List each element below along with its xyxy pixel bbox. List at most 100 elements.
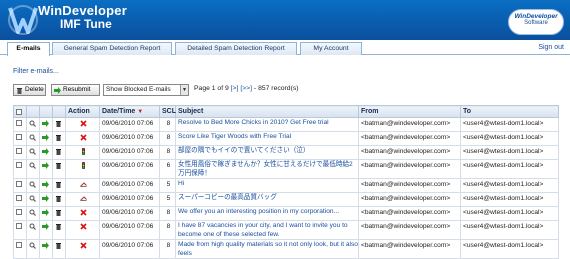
row-delete-cell[interactable] xyxy=(52,117,66,132)
row-subject[interactable]: Resolve to Bed More Chicks in 2010? Get … xyxy=(175,117,359,132)
next-page-link[interactable]: [>] xyxy=(231,85,239,92)
row-checkbox[interactable] xyxy=(16,148,22,154)
row-select-cell[interactable] xyxy=(13,192,27,207)
row-subject[interactable]: I have 87 vacancies in your city, and I … xyxy=(175,220,359,240)
row-checkbox[interactable] xyxy=(16,195,22,201)
view-icon[interactable] xyxy=(29,195,36,202)
row-checkbox[interactable] xyxy=(16,162,22,168)
row-subject[interactable]: 部屋の隅でもイイので置いてください（泣） xyxy=(175,145,359,160)
row-delete-cell[interactable] xyxy=(52,159,66,179)
row-resubmit-cell[interactable] xyxy=(39,206,53,221)
row-checkbox[interactable] xyxy=(16,209,22,215)
resubmit-button[interactable]: Resubmit xyxy=(51,84,100,96)
row-resubmit-cell[interactable] xyxy=(39,178,53,193)
row-checkbox[interactable] xyxy=(16,242,22,248)
resubmit-arrow-icon[interactable] xyxy=(42,162,49,169)
row-resubmit-cell[interactable] xyxy=(39,131,53,146)
view-icon[interactable] xyxy=(29,148,36,155)
row-view-cell[interactable] xyxy=(26,159,40,179)
trash-icon[interactable] xyxy=(55,134,62,141)
row-delete-cell[interactable] xyxy=(52,220,66,240)
table-row[interactable]: 09/06/2010 07:06 5 Hi <batman@windeveloper.… xyxy=(13,178,559,193)
resubmit-arrow-icon[interactable] xyxy=(42,181,49,188)
last-page-link[interactable]: [>>] xyxy=(240,85,252,92)
row-view-cell[interactable] xyxy=(26,220,40,240)
row-delete-cell[interactable] xyxy=(52,206,66,221)
col-action[interactable]: Action xyxy=(65,105,100,118)
row-view-cell[interactable] xyxy=(26,178,40,193)
trash-icon[interactable] xyxy=(55,223,62,230)
row-select-cell[interactable] xyxy=(13,117,27,132)
row-resubmit-cell[interactable] xyxy=(39,145,53,160)
tab-emails[interactable]: E-mails xyxy=(7,42,50,56)
tab-my-account[interactable]: My Account xyxy=(300,42,362,55)
row-resubmit-cell[interactable] xyxy=(39,117,53,132)
signout-link[interactable]: Sign out xyxy=(538,44,564,51)
row-view-cell[interactable] xyxy=(26,145,40,160)
table-row[interactable]: 09/06/2010 07:06 6 女性用風俗で稼ぎませんか？女性に甘えるだけで最… xyxy=(13,159,559,179)
resubmit-arrow-icon[interactable] xyxy=(42,120,49,127)
resubmit-arrow-icon[interactable] xyxy=(42,209,49,216)
tab-general-report[interactable]: General Spam Detection Report xyxy=(52,42,172,55)
trash-icon[interactable] xyxy=(55,181,62,188)
trash-icon[interactable] xyxy=(55,242,62,249)
resubmit-arrow-icon[interactable] xyxy=(42,242,49,249)
row-subject[interactable]: 女性用風俗で稼ぎませんか？女性に甘えるだけで最低時給2万円保障！ xyxy=(175,159,359,179)
row-resubmit-cell[interactable] xyxy=(39,220,53,240)
col-scl[interactable]: SCL xyxy=(159,105,176,118)
select-all-checkbox[interactable] xyxy=(16,108,22,115)
view-icon[interactable] xyxy=(29,242,36,249)
select-all-header[interactable] xyxy=(13,105,27,118)
row-select-cell[interactable] xyxy=(13,131,27,146)
row-subject[interactable]: Score Like Tiger Woods with Free Trial xyxy=(175,131,359,146)
row-subject[interactable]: Made from high quality materials so it n… xyxy=(175,239,359,259)
trash-icon[interactable] xyxy=(55,209,62,216)
row-select-cell[interactable] xyxy=(13,206,27,221)
row-delete-cell[interactable] xyxy=(52,145,66,160)
row-checkbox[interactable] xyxy=(16,120,22,126)
row-view-cell[interactable] xyxy=(26,131,40,146)
view-icon[interactable] xyxy=(29,162,36,169)
row-subject[interactable]: We offer you an interesting position in … xyxy=(175,206,359,221)
trash-icon[interactable] xyxy=(55,148,62,155)
resubmit-arrow-icon[interactable] xyxy=(42,148,49,155)
row-select-cell[interactable] xyxy=(13,239,27,259)
resubmit-arrow-icon[interactable] xyxy=(42,134,49,141)
table-row[interactable]: 09/06/2010 07:06 8 Resolve to Bed More Chi… xyxy=(13,117,559,132)
row-resubmit-cell[interactable] xyxy=(39,239,53,259)
row-resubmit-cell[interactable] xyxy=(39,159,53,179)
row-delete-cell[interactable] xyxy=(52,178,66,193)
row-select-cell[interactable] xyxy=(13,220,27,240)
view-icon[interactable] xyxy=(29,120,36,127)
table-row[interactable]: 09/06/2010 07:06 8 部屋の隅でもイイので置いてください（泣） <ba… xyxy=(13,145,559,160)
row-resubmit-cell[interactable] xyxy=(39,192,53,207)
row-view-cell[interactable] xyxy=(26,206,40,221)
table-row[interactable]: 09/06/2010 07:06 8 I have 87 vacancies in … xyxy=(13,220,559,240)
col-subject[interactable]: Subject xyxy=(175,105,359,118)
row-view-cell[interactable] xyxy=(26,117,40,132)
trash-icon[interactable] xyxy=(55,120,62,127)
view-filter-select[interactable]: Show Blocked E-mails ▼ xyxy=(103,84,189,96)
table-row[interactable]: 09/06/2010 07:06 8 We offer you an interes… xyxy=(13,206,559,221)
tab-detailed-report[interactable]: Detailed Spam Detection Report xyxy=(175,42,297,55)
row-subject[interactable]: Hi xyxy=(175,178,359,193)
view-icon[interactable] xyxy=(29,209,36,216)
table-row[interactable]: 09/06/2010 07:06 8 Made from high quality … xyxy=(13,239,559,259)
trash-icon[interactable] xyxy=(55,195,62,202)
view-icon[interactable] xyxy=(29,134,36,141)
table-row[interactable]: 09/06/2010 07:06 8 Score Like Tiger Woods … xyxy=(13,131,559,146)
row-checkbox[interactable] xyxy=(16,223,22,229)
resubmit-arrow-icon[interactable] xyxy=(42,223,49,230)
row-delete-cell[interactable] xyxy=(52,239,66,259)
delete-button[interactable]: Delete xyxy=(13,84,46,96)
col-to[interactable]: To xyxy=(460,105,559,118)
filter-link[interactable]: Filter e-mails... xyxy=(13,68,59,75)
col-datetime[interactable]: Date/Time ▼ xyxy=(99,105,160,118)
row-delete-cell[interactable] xyxy=(52,131,66,146)
row-select-cell[interactable] xyxy=(13,178,27,193)
resubmit-arrow-icon[interactable] xyxy=(42,195,49,202)
row-subject[interactable]: スーパーコピーの最高品質バッグ xyxy=(175,192,359,207)
col-from[interactable]: From xyxy=(358,105,461,118)
row-select-cell[interactable] xyxy=(13,159,27,179)
table-row[interactable]: 09/06/2010 07:06 5 スーパーコピーの最高品質バッグ <batman@… xyxy=(13,192,559,207)
